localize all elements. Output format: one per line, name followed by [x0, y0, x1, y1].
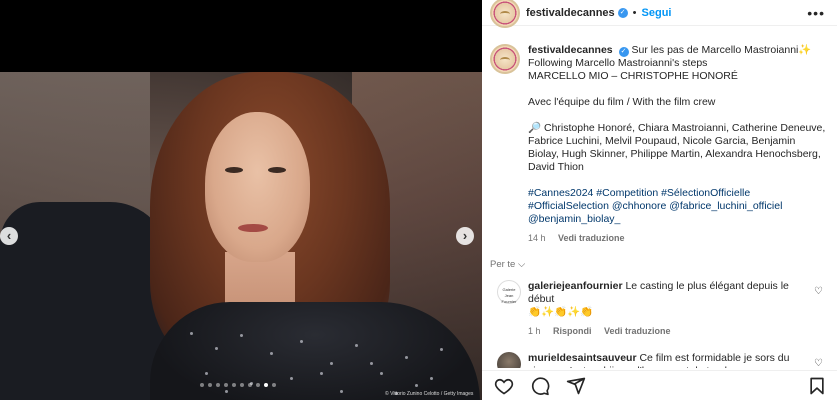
comment-item: murieldesaintsauveur Ce film est formida…	[490, 352, 827, 368]
more-options-icon[interactable]: •••	[807, 5, 825, 21]
caption-username[interactable]: festivaldecannes	[528, 44, 613, 56]
carousel-dot	[248, 383, 252, 387]
eye-left	[225, 167, 243, 173]
comment-translate-link[interactable]: Vedi traduzione	[604, 326, 671, 336]
sequin-sparkle	[405, 356, 408, 359]
sequin-sparkle	[355, 344, 358, 347]
sequin-sparkle	[440, 348, 443, 351]
carousel-indicator	[200, 383, 276, 387]
caption-meta: 14 h Vedi traduzione	[528, 232, 827, 245]
post-photo	[0, 72, 482, 400]
verified-badge-icon: ✓	[617, 7, 628, 18]
comment-username[interactable]: galeriejeanfournier	[528, 280, 623, 292]
woman-face	[205, 112, 310, 262]
woman-lips	[238, 224, 268, 232]
carousel-dot	[216, 383, 220, 387]
sequin-sparkle	[380, 372, 383, 375]
carousel-dot	[232, 383, 236, 387]
caption-time: 14 h	[528, 233, 546, 243]
comment-emojis: 👏✨👏✨👏	[528, 306, 594, 318]
sequin-sparkle	[300, 340, 303, 343]
reply-button[interactable]: Rispondi	[553, 326, 592, 336]
comment-item: Galerie Jean Fournier galeriejeanfournier …	[490, 280, 827, 338]
caption-line-3: MARCELLO MIO – CHRISTOPHE HONORÉ	[528, 70, 738, 82]
share-icon[interactable]	[566, 376, 586, 396]
post-caption: festivaldecannes ✓ Sur les pas de Marcel…	[490, 44, 827, 245]
sequin-sparkle	[270, 352, 273, 355]
sequin-sparkle	[240, 334, 243, 337]
next-slide-button[interactable]: ›	[456, 227, 474, 245]
caption-line-4: Avec l'équipe du film / With the film cr…	[528, 96, 716, 108]
sequin-sparkle	[290, 377, 293, 380]
follow-button[interactable]: Segui	[642, 7, 672, 19]
caption-line-2: Following Marcello Mastroianni's steps	[528, 57, 708, 69]
post-media: ‹ › © Vittorio Zunino Celotto / Getty Im…	[0, 0, 482, 400]
heart-icon[interactable]	[494, 376, 514, 396]
post-actions-bar	[482, 370, 837, 400]
caption-hashtags-3[interactable]: @benjamin_biolay_	[528, 213, 827, 226]
caption-avatar[interactable]	[490, 44, 520, 74]
commenter-avatar[interactable]: Galerie Jean Fournier	[497, 280, 521, 304]
sequin-sparkle	[205, 372, 208, 375]
caption-hashtags-2[interactable]: #OfficialSelection @chhonore @fabrice_lu…	[528, 200, 827, 213]
post-header: festivaldecannes ✓ • Segui •••	[482, 0, 837, 28]
caption-body: festivaldecannes ✓ Sur les pas de Marcel…	[528, 44, 827, 245]
post-side-panel: festivaldecannes ✓ • Segui ••• festivald…	[482, 0, 837, 400]
caption-verified-icon: ✓	[618, 47, 629, 57]
sequin-sparkle	[225, 390, 228, 393]
comment-like-heart-icon[interactable]: ♡	[814, 358, 823, 368]
comment-time: 1 h	[528, 326, 541, 336]
comment-username[interactable]: murieldesaintsauveur	[528, 352, 637, 364]
sequin-sparkle	[415, 384, 418, 387]
caption-hashtags-1[interactable]: #Cannes2024 #Competition #SélectionOffic…	[528, 187, 827, 200]
carousel-dot	[200, 383, 204, 387]
comment-like-heart-icon[interactable]: ♡	[814, 286, 823, 297]
bookmark-icon[interactable]	[807, 376, 827, 396]
comment-body: galeriejeanfournier Le casting le plus é…	[528, 280, 808, 338]
eye-right	[268, 167, 286, 173]
header-separator: •	[632, 6, 637, 19]
sequin-sparkle	[340, 390, 343, 393]
account-avatar[interactable]	[490, 0, 520, 28]
sequin-sparkle	[430, 377, 433, 380]
comment-body: murieldesaintsauveur Ce film est formida…	[528, 352, 808, 368]
commenter-avatar[interactable]	[497, 352, 521, 368]
sequin-sparkle	[320, 372, 323, 375]
carousel-dot	[264, 383, 268, 387]
sequin-sparkle	[190, 332, 193, 335]
carousel-dot	[208, 383, 212, 387]
photo-credit: © Vittorio Zunino Celotto / Getty Images	[385, 391, 474, 397]
comments-section[interactable]: festivaldecannes ✓ Sur les pas de Marcel…	[482, 38, 837, 368]
sequin-sparkle	[370, 362, 373, 365]
caption-translate-link[interactable]: Vedi traduzione	[558, 233, 625, 243]
carousel-dot	[256, 383, 260, 387]
sequin-sparkle	[330, 362, 333, 365]
carousel-dot	[240, 383, 244, 387]
sequin-sparkle	[215, 347, 218, 350]
carousel-dot	[224, 383, 228, 387]
carousel-dot	[272, 383, 276, 387]
previous-slide-button[interactable]: ‹	[0, 227, 18, 245]
caption-line-1: Sur les pas de Marcello Mastroianni✨	[631, 44, 812, 56]
comment-meta: 1 h Rispondi Vedi traduzione	[528, 325, 808, 338]
caption-cast: 🔎 Christophe Honoré, Chiara Mastroianni,…	[528, 122, 826, 173]
header-username[interactable]: festivaldecannes	[526, 7, 615, 19]
for-you-filter[interactable]: Per te ⌵	[490, 259, 827, 270]
comment-icon[interactable]	[530, 376, 550, 396]
person-suit-left	[0, 202, 170, 400]
